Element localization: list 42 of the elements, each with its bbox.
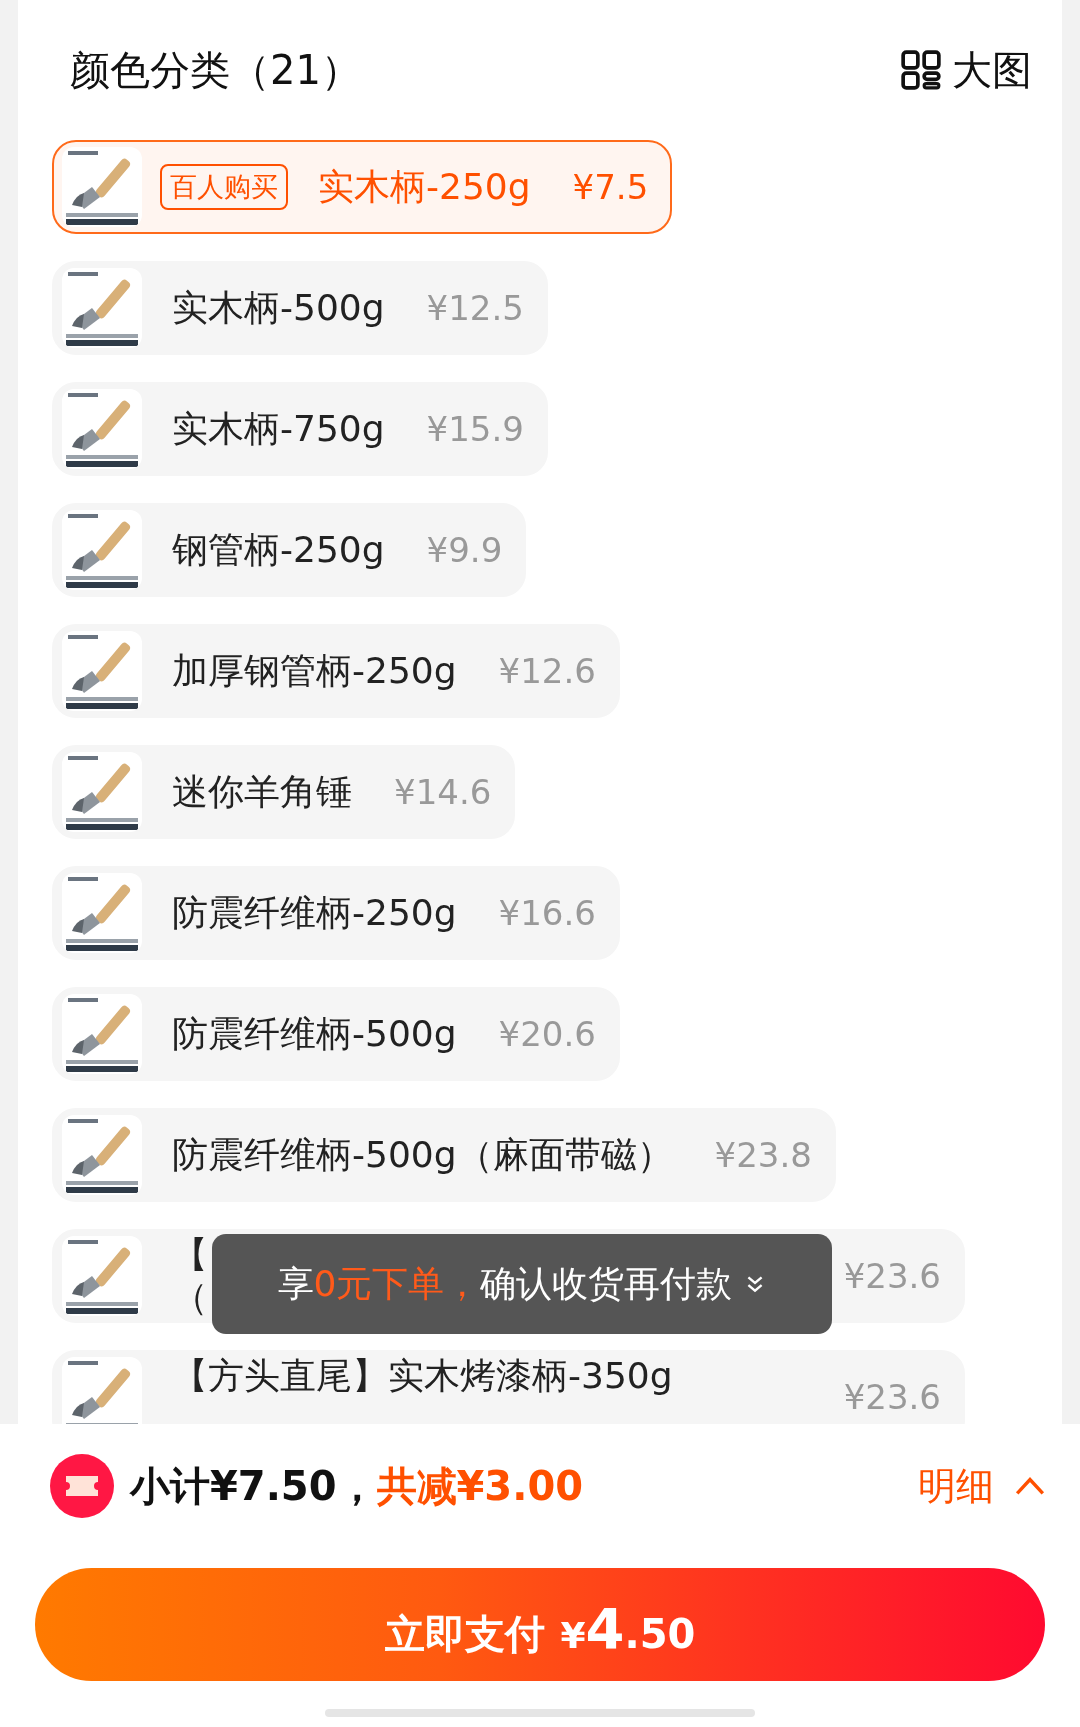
variant-name: 加厚钢管柄-250g [172,650,457,692]
variant-option[interactable]: 防震纤维柄-500g ¥20.6 [52,987,620,1081]
variant-name: 实木柄-750g [172,408,385,450]
variant-price: ¥9.9 [426,530,503,570]
grid-icon [900,49,942,91]
chevron-up-icon [1014,1475,1046,1497]
large-view-button[interactable]: 大图 [900,42,1032,98]
variant-price: ¥12.6 [498,651,596,691]
variant-price: ¥16.6 [498,893,596,933]
variant-name: 防震纤维柄-500g [172,1013,457,1055]
variant-name: 【方头直尾】实木烤漆柄-350g [172,1355,673,1397]
variant-option[interactable]: 防震纤维柄-500g（麻面带磁） ¥23.8 [52,1108,836,1202]
variant-name: 防震纤维柄-500g（麻面带磁） [172,1134,673,1176]
variant-name: （ [172,1276,208,1318]
subtotal-text: 小计¥7.50， [130,1461,377,1511]
variant-price: ¥12.5 [426,288,524,328]
variant-option[interactable]: 实木柄-750g ¥15.9 [52,382,548,476]
pay-now-button[interactable]: 立即支付 ¥4.50 [35,1568,1045,1681]
discount-text: 共减¥3.00 [376,1461,584,1511]
popularity-tag: 百人购买 [160,164,288,210]
variant-price: ¥23.6 [843,1377,941,1417]
variant-name: 钢管柄-250g [172,529,385,571]
variant-price: ¥23.8 [714,1135,812,1175]
section-title: 颜色分类（21） [70,45,361,95]
variant-price: ¥20.6 [498,1014,596,1054]
variant-price: ¥15.9 [426,409,524,449]
variant-option[interactable]: 【方头直尾】实木烤漆柄-350g ¥23.6 [52,1350,965,1424]
variant-name: 防震纤维柄-250g [172,892,457,934]
toast-text: 享0元下单，确认收货再付款 [277,1261,733,1306]
variant-option[interactable]: 加厚钢管柄-250g ¥12.6 [52,624,620,718]
variant-price: ¥7.5 [572,167,649,207]
variant-name: 实木柄-250g [318,166,531,208]
variant-option[interactable]: 防震纤维柄-250g ¥16.6 [52,866,620,960]
variant-name: 迷你羊角锤 [172,771,352,813]
variant-price: ¥14.6 [394,772,492,812]
coupon-icon [50,1454,114,1518]
variant-option[interactable]: 迷你羊角锤 ¥14.6 [52,745,516,839]
variant-option[interactable]: 实木柄-500g ¥12.5 [52,261,548,355]
variant-option[interactable]: 钢管柄-250g ¥9.9 [52,503,527,597]
variant-name: 【 [172,1234,208,1276]
variant-name: 实木柄-500g [172,287,385,329]
variant-price: ¥23.6 [843,1256,941,1296]
